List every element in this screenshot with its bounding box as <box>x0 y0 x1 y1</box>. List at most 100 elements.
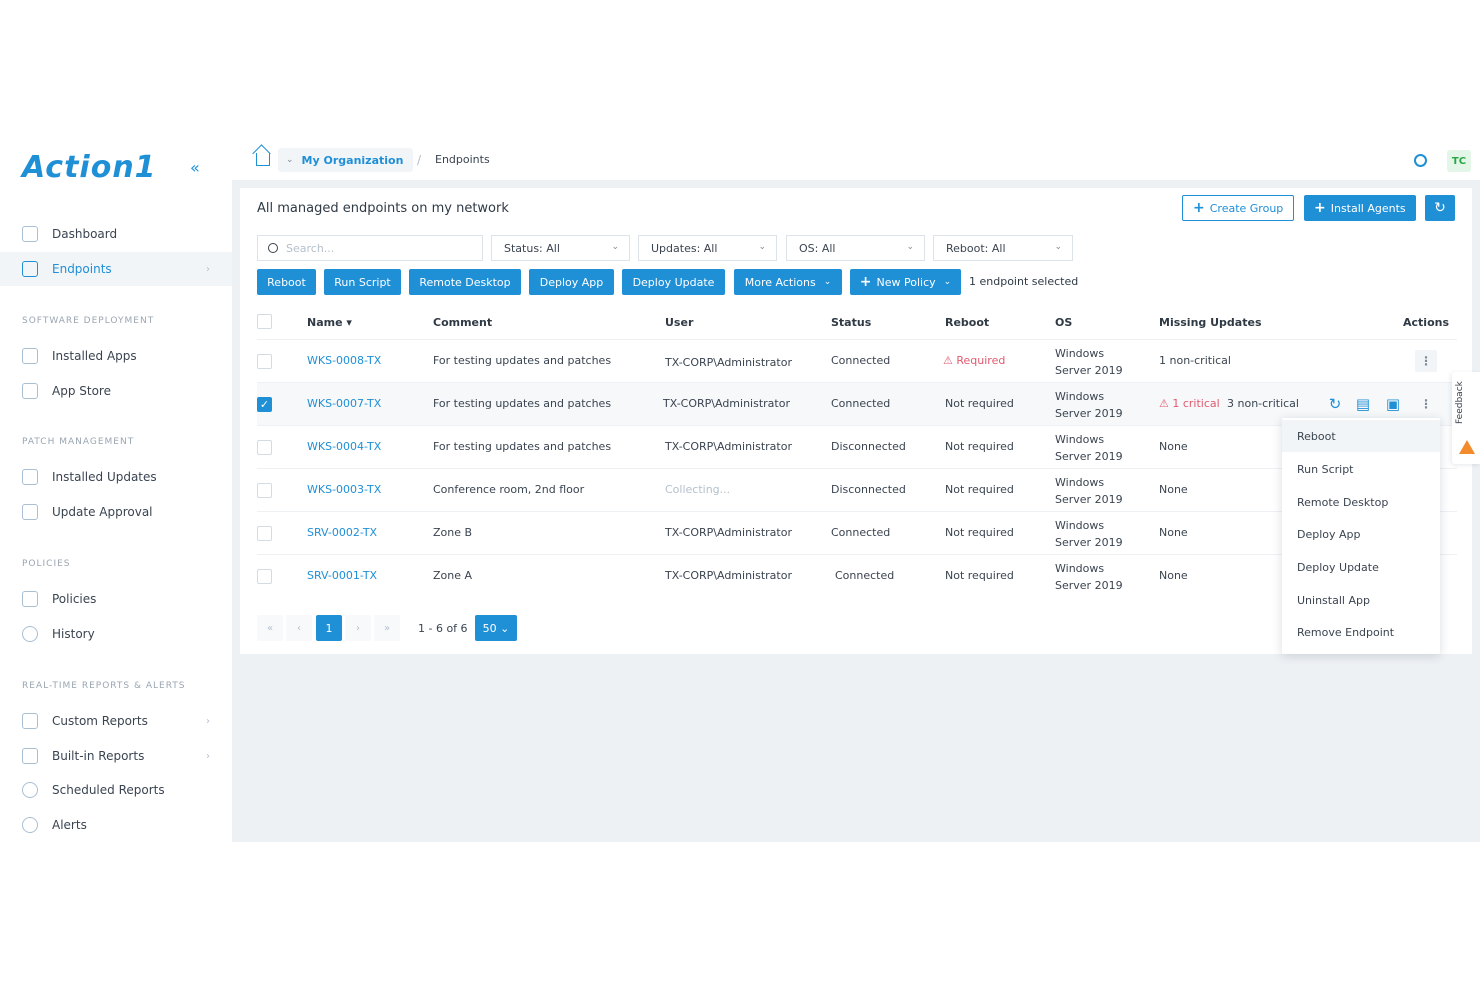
row-checkbox[interactable] <box>257 440 272 455</box>
chevron-right-icon: › <box>206 750 210 762</box>
endpoint-name-link[interactable]: WKS-0004-TX <box>307 440 381 453</box>
last-page-button[interactable]: » <box>374 615 400 641</box>
page-size-select[interactable]: 50 ⌄ <box>475 615 517 641</box>
updates-filter[interactable]: Updates: All ⌄ <box>638 235 777 261</box>
more-actions-button[interactable]: More Actions ⌄ <box>734 269 842 295</box>
breadcrumb-organization[interactable]: ⌄ My Organization <box>278 148 414 172</box>
section-patch-management: PATCH MANAGEMENT <box>22 437 135 447</box>
endpoint-name-link[interactable]: WKS-0008-TX <box>307 354 381 367</box>
plus-icon: + <box>859 274 872 290</box>
remote-desktop-icon[interactable]: ▣ <box>1384 395 1402 413</box>
reboot-button[interactable]: Reboot <box>257 269 316 295</box>
sidebar-item-installed-updates[interactable]: Installed Updates <box>0 460 232 494</box>
reboot-filter[interactable]: Reboot: All ⌄ <box>933 235 1073 261</box>
row-actions-kebab-icon[interactable]: ⋮ <box>1415 350 1437 372</box>
section-policies: POLICIES <box>22 559 71 569</box>
os-cell: Windows Server 2019 <box>1055 476 1123 506</box>
next-page-button[interactable]: › <box>345 615 371 641</box>
page-1-button[interactable]: 1 <box>316 615 342 641</box>
select-all-checkbox[interactable] <box>257 314 272 329</box>
install-agents-button[interactable]: + Install Agents <box>1304 195 1416 221</box>
sidebar-item-label: History <box>52 627 95 641</box>
column-header-user[interactable]: User <box>665 316 693 329</box>
reboot-cell: Not required <box>945 397 1014 410</box>
endpoint-name-link[interactable]: WKS-0003-TX <box>307 483 381 496</box>
row-checkbox[interactable] <box>257 483 272 498</box>
column-header-reboot[interactable]: Reboot <box>945 316 989 329</box>
table-row[interactable]: WKS-0004-TX For testing updates and patc… <box>257 425 1457 468</box>
table-row[interactable]: ✓ WKS-0007-TX For testing updates and pa… <box>257 382 1457 425</box>
breadcrumb-current: Endpoints <box>435 153 490 166</box>
column-header-name[interactable]: Name ▾ <box>307 316 352 329</box>
run-script-icon[interactable]: ▤ <box>1354 395 1372 413</box>
sidebar-item-alerts[interactable]: Alerts <box>0 808 232 842</box>
endpoint-name-link[interactable]: SRV-0001-TX <box>307 569 377 582</box>
sidebar-item-policies[interactable]: Policies <box>0 582 232 616</box>
deploy-update-button[interactable]: Deploy Update <box>622 269 725 295</box>
deploy-app-button[interactable]: Deploy App <box>529 269 614 295</box>
table-row[interactable]: SRV-0001-TX Zone A TX-CORP\Administrator… <box>257 554 1457 597</box>
feedback-tab[interactable]: Feedback <box>1452 372 1480 464</box>
sidebar-item-built-in-reports[interactable]: Built-in Reports › <box>0 739 232 773</box>
comment-cell: For testing updates and patches <box>433 354 612 367</box>
sidebar-item-label: Alerts <box>52 818 87 832</box>
first-page-button[interactable]: « <box>257 615 283 641</box>
column-header-comment[interactable]: Comment <box>433 316 492 329</box>
sidebar-item-app-store[interactable]: App Store <box>0 374 232 408</box>
menu-item-run-script[interactable]: Run Script <box>1282 453 1440 485</box>
user-cell: TX-CORP\Administrator <box>665 440 792 453</box>
sidebar-item-installed-apps[interactable]: Installed Apps <box>0 339 232 373</box>
status-cell: Connected <box>831 397 891 410</box>
search-input[interactable]: Search... <box>257 235 483 261</box>
endpoint-name-link[interactable]: SRV-0002-TX <box>307 526 377 539</box>
column-header-actions: Actions <box>1403 316 1449 329</box>
row-checkbox[interactable] <box>257 526 272 541</box>
table-row[interactable]: SRV-0002-TX Zone B TX-CORP\Administrator… <box>257 511 1457 554</box>
missing-updates-cell: None <box>1159 569 1188 582</box>
updates-filter-label: Updates: All <box>651 241 718 255</box>
column-header-os[interactable]: OS <box>1055 316 1072 329</box>
chevron-down-icon: ⌄ <box>611 242 619 252</box>
refresh-button[interactable]: ↻ <box>1425 195 1455 221</box>
row-checkbox[interactable] <box>257 569 272 584</box>
menu-item-deploy-update[interactable]: Deploy Update <box>1282 551 1440 583</box>
sidebar-item-dashboard[interactable]: Dashboard <box>0 217 232 251</box>
row-checkbox[interactable] <box>257 354 272 369</box>
home-icon[interactable] <box>256 153 270 166</box>
column-header-missing-updates[interactable]: Missing Updates <box>1159 316 1262 329</box>
missing-updates-cell: None <box>1159 440 1188 453</box>
endpoint-name-link[interactable]: WKS-0007-TX <box>307 397 381 410</box>
row-checkbox[interactable]: ✓ <box>257 397 272 412</box>
reboot-cell: Not required <box>945 483 1014 496</box>
avatar[interactable]: TC <box>1447 150 1471 172</box>
chevron-right-icon: › <box>206 715 210 727</box>
comment-cell: Zone B <box>433 526 473 539</box>
column-header-status[interactable]: Status <box>831 316 871 329</box>
menu-item-deploy-app[interactable]: Deploy App <box>1282 518 1440 550</box>
row-actions-kebab-icon[interactable]: ⋮ <box>1415 393 1437 415</box>
remote-desktop-button[interactable]: Remote Desktop <box>409 269 521 295</box>
prev-page-button[interactable]: ‹ <box>286 615 312 641</box>
menu-item-uninstall-app[interactable]: Uninstall App <box>1282 584 1440 616</box>
sidebar-item-custom-reports[interactable]: Custom Reports › <box>0 704 232 738</box>
run-script-button[interactable]: Run Script <box>324 269 401 295</box>
os-filter[interactable]: OS: All ⌄ <box>786 235 925 261</box>
table-row[interactable]: WKS-0008-TX For testing updates and patc… <box>257 339 1457 382</box>
sidebar-item-label: Installed Updates <box>52 470 157 484</box>
reboot-icon[interactable]: ↻ <box>1326 395 1344 413</box>
menu-item-remove-endpoint[interactable]: Remove Endpoint <box>1282 616 1440 648</box>
sidebar-item-history[interactable]: History <box>0 617 232 651</box>
sidebar-item-update-approval[interactable]: Update Approval <box>0 495 232 529</box>
table-row[interactable]: WKS-0003-TX Conference room, 2nd floor C… <box>257 468 1457 511</box>
menu-item-remote-desktop[interactable]: Remote Desktop <box>1282 486 1440 518</box>
status-filter[interactable]: Status: All ⌄ <box>491 235 630 261</box>
new-policy-button[interactable]: + New Policy ⌄ <box>850 269 961 295</box>
menu-item-reboot[interactable]: Reboot <box>1282 420 1440 452</box>
status-cell: Connected <box>831 526 891 539</box>
stack-icon <box>22 713 38 729</box>
create-group-button[interactable]: + Create Group <box>1182 195 1295 221</box>
sidebar-item-scheduled-reports[interactable]: Scheduled Reports <box>0 773 232 807</box>
sidebar-item-endpoints[interactable]: Endpoints › <box>0 252 232 286</box>
collapse-sidebar-icon[interactable]: « <box>190 158 200 177</box>
search-icon[interactable] <box>1414 154 1427 167</box>
